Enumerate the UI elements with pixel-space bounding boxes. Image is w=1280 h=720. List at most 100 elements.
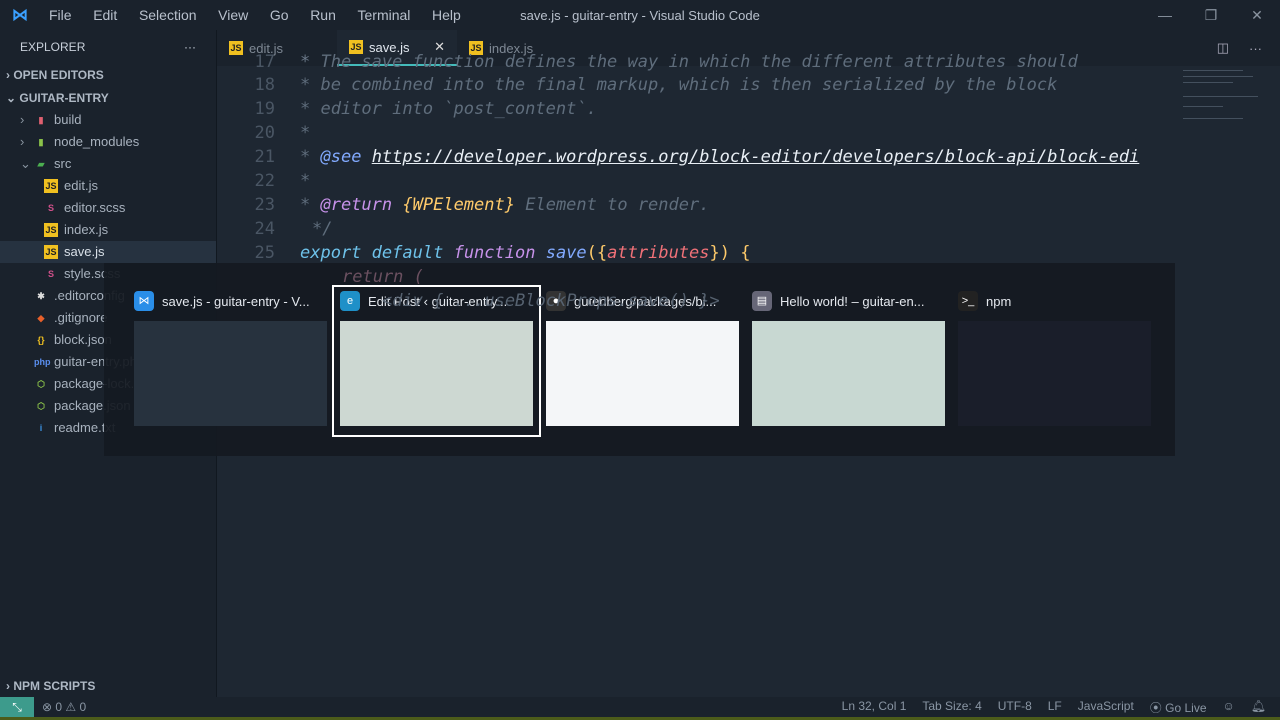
param: attributes	[607, 243, 710, 263]
code-line: *	[300, 123, 311, 143]
minimap[interactable]	[1181, 66, 1266, 136]
json-file-icon: {}	[37, 335, 45, 345]
more-icon[interactable]: ···	[1249, 41, 1262, 56]
window-thumbnail	[546, 321, 739, 426]
file-tree-label: index.js	[64, 222, 109, 237]
page-icon: ▤	[752, 291, 772, 311]
error-count: 0	[55, 700, 63, 714]
language-mode[interactable]: JavaScript	[1078, 699, 1134, 716]
code-line: * @return {WPElement} Element to render.	[300, 195, 710, 215]
npm-file-icon: ⬡	[37, 379, 45, 389]
split-editor-icon[interactable]: ◫	[1217, 40, 1229, 56]
open-editors-section[interactable]: › OPEN EDITORS	[0, 64, 216, 86]
encoding[interactable]: UTF-8	[998, 699, 1032, 716]
project-label: GUITAR-ENTRY	[19, 91, 109, 105]
folder-open-icon: ▰	[37, 159, 45, 169]
window-thumbnail	[958, 321, 1151, 426]
switcher-window[interactable]: ⋈ save.js - guitar-entry - V...	[128, 287, 333, 435]
jsdoc-type: {WPElement}	[402, 195, 515, 215]
problems-indicator[interactable]: ⊗ 0 ⚠ 0	[42, 700, 86, 714]
vscode-logo-icon: ⋈	[12, 7, 28, 24]
menu-help[interactable]: Help	[432, 7, 461, 23]
minimize-button[interactable]: —	[1142, 0, 1188, 30]
php-file-icon: php	[34, 357, 51, 367]
jsdoc-desc: Element to render.	[525, 195, 710, 215]
menu-edit[interactable]: Edit	[93, 7, 117, 23]
sass-file-icon: S	[47, 203, 54, 213]
keyword: function	[453, 243, 536, 263]
config-file-icon: ✱	[37, 291, 45, 301]
menu-bar: File Edit Selection View Go Run Terminal…	[40, 7, 470, 23]
cursor-position[interactable]: Ln 32, Col 1	[842, 699, 907, 716]
remote-icon[interactable]: ⤡	[0, 697, 34, 717]
code-line: * @see https://developer.wordpress.org/b…	[300, 147, 1140, 167]
more-actions-button[interactable]: ···	[184, 40, 196, 54]
jsdoc-tag: @see	[320, 147, 362, 167]
file-tree-label: save.js	[64, 244, 105, 259]
window-thumbnail	[340, 321, 533, 426]
folder-icon: ▮	[38, 115, 44, 125]
function-name: save	[545, 243, 587, 263]
npm-scripts-label: NPM SCRIPTS	[13, 679, 96, 693]
explorer-title: EXPLORER	[20, 40, 86, 54]
menu-file[interactable]: File	[49, 7, 72, 23]
github-icon: ●	[546, 291, 566, 311]
file-tree-item[interactable]: JS edit.js	[0, 175, 216, 197]
switcher-window-title: npm	[986, 293, 1012, 309]
terminal-icon: >_	[958, 291, 978, 311]
js-file-icon: JS	[44, 245, 58, 259]
npm-scripts-section[interactable]: › NPM SCRIPTS	[0, 675, 216, 697]
git-file-icon: ◆	[37, 313, 45, 323]
code-line: * be combined into the final markup, whi…	[300, 75, 1058, 95]
switcher-window-title: gutenberg/packages/bl...	[574, 293, 717, 309]
status-bar: ⤡ ⊗ 0 ⚠ 0 Ln 32, Col 1 Tab Size: 4 UTF-8…	[0, 697, 1280, 717]
file-tree-item[interactable]: ⌄ ▰ src	[0, 153, 216, 175]
switcher-window[interactable]: ▤ Hello world! – guitar-en...	[746, 287, 951, 435]
code-line: export default function save({attributes…	[300, 243, 751, 263]
info-file-icon: i	[39, 423, 43, 433]
go-live-button[interactable]: ⦿ Go Live	[1150, 699, 1207, 716]
menu-terminal[interactable]: Terminal	[358, 7, 411, 23]
file-tree-label: build	[54, 112, 82, 127]
file-tree-item[interactable]: JS index.js	[0, 219, 216, 241]
sass-file-icon: S	[47, 269, 54, 279]
code-line: */	[312, 219, 333, 239]
tab-size[interactable]: Tab Size: 4	[922, 699, 981, 716]
file-tree-label: node_modules	[54, 134, 140, 149]
file-tree-item[interactable]: › ▮ node_modules	[0, 131, 216, 153]
restore-button[interactable]: ❐	[1188, 0, 1234, 30]
file-tree-label: edit.js	[64, 178, 98, 193]
line-ending[interactable]: LF	[1048, 699, 1062, 716]
file-tree-item[interactable]: JS save.js	[0, 241, 216, 263]
switcher-window[interactable]: e Edit Post ‹ guitar-entry...	[332, 285, 541, 437]
menu-selection[interactable]: Selection	[139, 7, 197, 23]
file-tree-item[interactable]: › ▮ build	[0, 109, 216, 131]
js-file-icon: JS	[44, 223, 58, 237]
switcher-window[interactable]: ● gutenberg/packages/bl...	[540, 287, 745, 435]
file-tree-label: .gitignore	[54, 310, 108, 325]
doc-link[interactable]: https://developer.wordpress.org/block-ed…	[372, 147, 1140, 167]
feedback-icon[interactable]: ☺	[1223, 699, 1235, 716]
task-switcher: ⋈ save.js - guitar-entry - V... e Edit Post…	[104, 263, 1175, 456]
switcher-window-title: Hello world! – guitar-en...	[780, 293, 925, 309]
npm-file-icon: ⬡	[37, 401, 45, 411]
folder-icon: ▮	[38, 137, 44, 147]
notifications-icon[interactable]: 🔔︎	[1251, 699, 1266, 716]
file-tree-label: editor.scss	[64, 200, 126, 215]
project-section[interactable]: ⌄ GUITAR-ENTRY	[0, 87, 216, 109]
edge-icon: e	[340, 291, 360, 311]
switcher-window[interactable]: >_ npm	[952, 287, 1157, 435]
menu-view[interactable]: View	[218, 7, 248, 23]
switcher-window-title: save.js - guitar-entry - V...	[162, 293, 310, 309]
code-line: *	[300, 171, 311, 191]
warning-count: 0	[79, 700, 87, 714]
file-tree-label: src	[54, 156, 72, 171]
close-window-button[interactable]: ✕	[1234, 0, 1280, 30]
menu-go[interactable]: Go	[270, 7, 289, 23]
vscode-icon: ⋈	[134, 291, 154, 311]
file-tree-item[interactable]: Seditor.scss	[0, 197, 216, 219]
window-thumbnail	[134, 321, 327, 426]
open-editors-label: OPEN EDITORS	[13, 68, 104, 82]
code-line: The save function defines the way in whi…	[320, 52, 1078, 72]
menu-run[interactable]: Run	[310, 7, 336, 23]
